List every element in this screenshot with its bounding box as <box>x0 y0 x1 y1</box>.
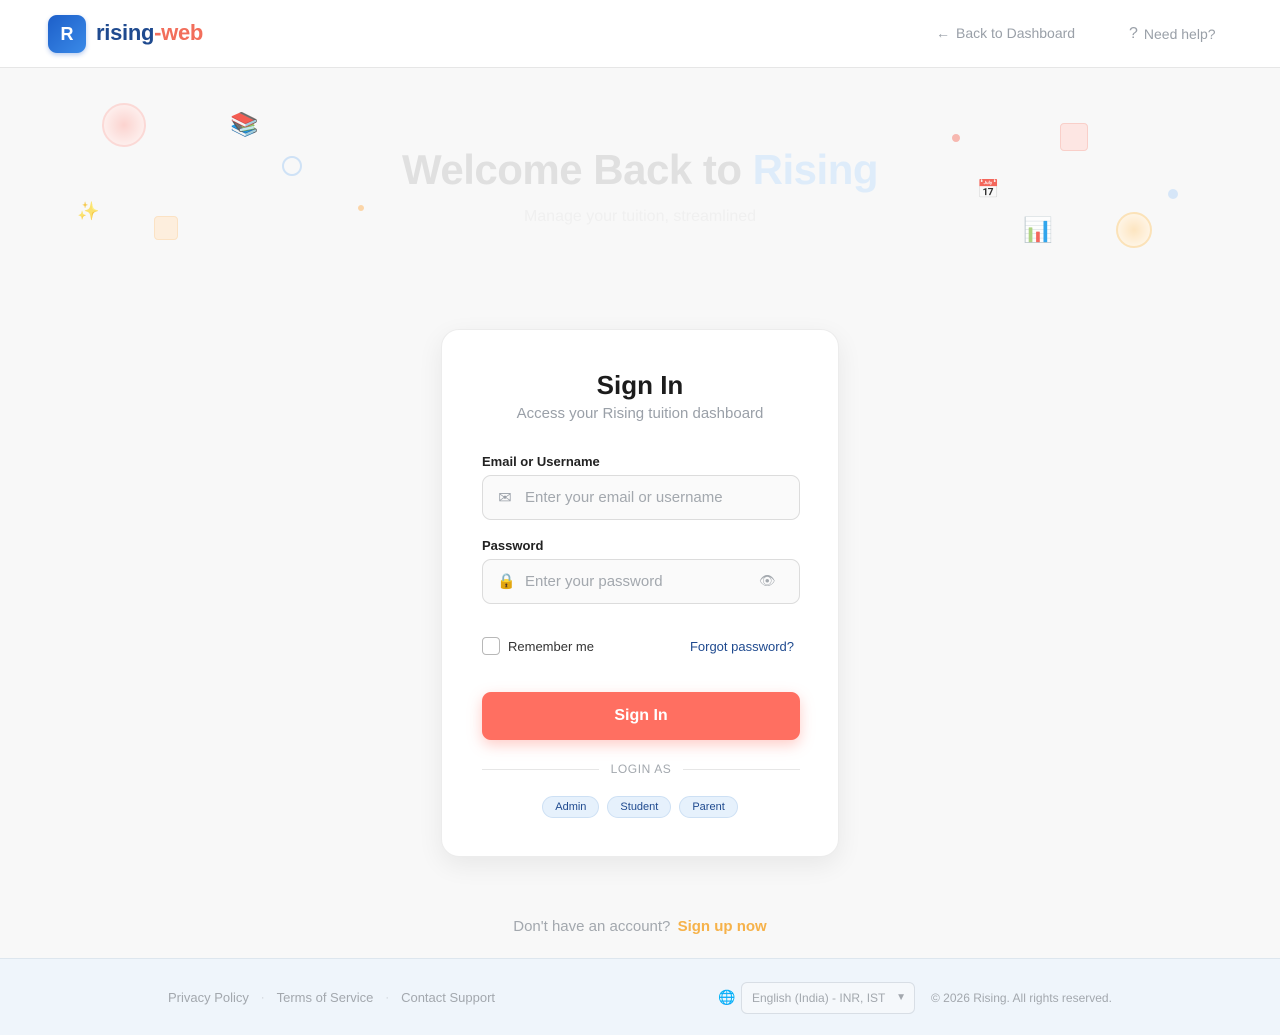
need-help-link[interactable]: ? Need help? <box>1129 25 1216 43</box>
logo-letter: R <box>60 23 74 44</box>
chevron-down-icon: ▼ <box>896 992 906 1003</box>
role-chip-student[interactable]: Student <box>607 796 672 818</box>
role-chip-parent[interactable]: Parent <box>679 796 738 818</box>
mail-icon: ✉ <box>498 490 512 507</box>
language-select-value: English (India) - INR, IST <box>752 991 886 1005</box>
hero-subtitle: Manage your tuition, streamlined <box>523 208 757 225</box>
footer-separator: · <box>260 991 265 1004</box>
top-header: R rising-web ← Back to Dashboard ? Need … <box>0 0 1280 68</box>
hero-title-accent: Rising <box>752 146 879 193</box>
lock-icon: 🔒 <box>497 573 516 590</box>
back-to-dashboard-link[interactable]: ← Back to Dashboard <box>936 25 1075 41</box>
password-label: Password <box>482 538 544 553</box>
password-input[interactable] <box>525 560 755 603</box>
checkbox-box[interactable] <box>482 637 500 655</box>
eye-icon[interactable]: 👁 <box>759 573 776 589</box>
forgot-password-link[interactable]: Forgot password? <box>690 639 794 654</box>
logo-name-part-2: -web <box>154 20 204 45</box>
remember-me-label: Remember me <box>508 638 594 654</box>
divider-line-right <box>683 769 800 770</box>
email-input[interactable] <box>525 476 755 519</box>
signup-prompt-text: Don't have an account? <box>513 918 671 935</box>
role-chips: Admin Student Parent <box>442 796 838 818</box>
terms-of-service-link[interactable]: Terms of Service <box>277 990 374 1005</box>
back-to-dashboard-label: Back to Dashboard <box>956 25 1076 41</box>
arrow-left-icon: ← <box>936 25 950 41</box>
logo-name-part-1: rising <box>96 20 155 45</box>
logo-badge[interactable]: R <box>48 15 86 53</box>
books-icon: 📚 <box>230 111 259 137</box>
sign-in-button[interactable]: Sign In <box>482 692 800 740</box>
privacy-policy-link[interactable]: Privacy Policy <box>168 990 249 1005</box>
signup-prompt: Don't have an account? Sign up now <box>0 918 1280 935</box>
hero-title: Welcome Back to Rising <box>0 146 1280 194</box>
sign-in-subtitle: Access your Rising tuition dashboard <box>516 405 764 422</box>
role-chip-admin[interactable]: Admin <box>542 796 600 818</box>
login-as-divider: LOGIN AS <box>482 761 800 777</box>
language-select[interactable]: English (India) - INR, IST ▼ <box>741 982 915 1014</box>
sign-up-link[interactable]: Sign up now <box>678 918 767 935</box>
decor-circle-pink <box>102 103 146 147</box>
footer-separator: · <box>385 991 390 1004</box>
email-field[interactable]: ✉ <box>482 475 800 520</box>
need-help-label: Need help? <box>1143 26 1216 42</box>
hero-title-text: Welcome Back to <box>401 146 753 193</box>
sign-in-card: Sign In Access your Rising tuition dashb… <box>441 329 839 857</box>
password-field[interactable]: 🔒 👁 <box>482 559 800 604</box>
help-icon: ? <box>1129 25 1138 42</box>
globe-icon: 🌐 <box>718 989 736 1005</box>
logo-wordmark[interactable]: rising-web <box>96 20 203 46</box>
sign-in-title: Sign In <box>596 370 684 400</box>
page-footer: Privacy Policy · Terms of Service · Cont… <box>0 958 1280 1035</box>
contact-support-link[interactable]: Contact Support <box>401 990 495 1005</box>
footer-links: Privacy Policy · Terms of Service · Cont… <box>168 990 495 1005</box>
remember-me-checkbox[interactable]: Remember me <box>482 637 594 655</box>
copyright-text: © 2026 Rising. All rights reserved. <box>931 991 1112 1005</box>
email-label: Email or Username <box>482 454 600 469</box>
decor-dot-salmon <box>952 134 960 142</box>
